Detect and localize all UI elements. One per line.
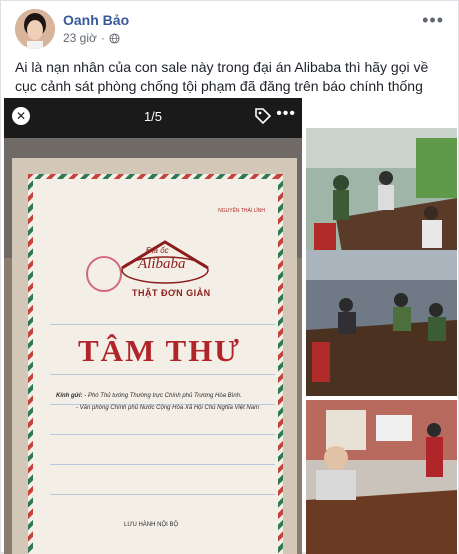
photo-gallery: ✕ 1/5 ••• NGUYỄN THÁI LỈNH Địa ốc Alibab… <box>1 98 459 554</box>
main-photo[interactable]: ✕ 1/5 ••• NGUYỄN THÁI LỈNH Địa ốc Alibab… <box>4 98 302 554</box>
thumbnail-meeting-2[interactable] <box>306 250 457 396</box>
post-time[interactable]: 23 giờ <box>63 31 97 45</box>
globe-icon <box>109 32 120 44</box>
letter-footer: LƯU HÀNH NỘI BỘ <box>124 522 179 528</box>
more-icon[interactable]: ••• <box>422 10 444 31</box>
corner-text: NGUYỄN THÁI LỈNH <box>218 208 265 214</box>
addressee-block: Kính gửi: - Phó Thủ tướng Thường trực Ch… <box>56 393 260 411</box>
thumbnail-office[interactable] <box>306 400 457 554</box>
letter-title: TÂM THƯ <box>78 333 241 368</box>
viewer-more-icon[interactable]: ••• <box>276 105 296 123</box>
viewer-bar: ✕ 1/5 ••• <box>4 98 302 134</box>
avatar[interactable] <box>15 9 55 49</box>
post-card: Oanh Bảo 23 giờ · ••• Ai là nạn nhân của… <box>0 0 459 554</box>
author-name[interactable]: Oanh Bảo <box>63 12 129 28</box>
alibaba-logo: Địa ốc Alibaba THẬT ĐƠN GIẢN <box>116 238 214 302</box>
photo-counter: 1/5 <box>143 108 163 124</box>
close-icon[interactable]: ✕ <box>12 107 30 125</box>
letter-document: NGUYỄN THÁI LỈNH Địa ốc Alibaba THẬT ĐƠN… <box>28 174 283 554</box>
post-text: Ai là nạn nhân của con sale này trong đạ… <box>15 59 429 94</box>
tag-icon[interactable] <box>254 107 272 125</box>
post-meta: 23 giờ · <box>63 31 120 45</box>
